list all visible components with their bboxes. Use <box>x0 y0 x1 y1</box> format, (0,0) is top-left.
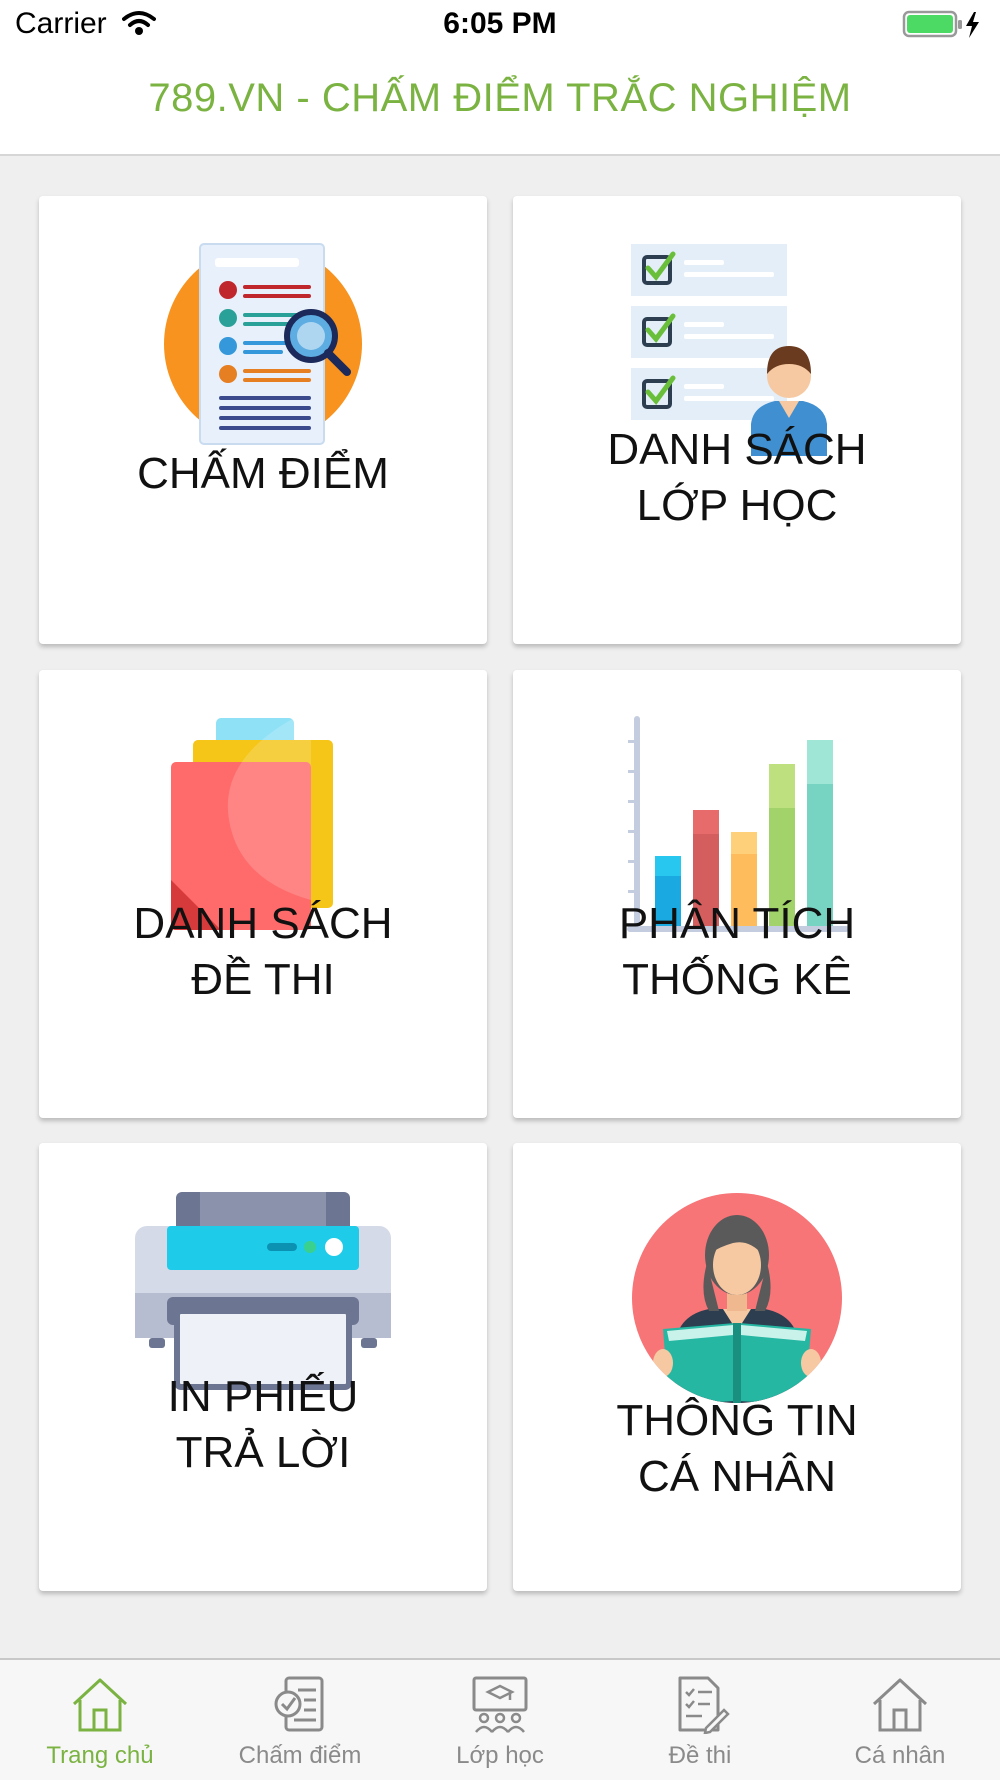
tile-in-phieu-tra-loi[interactable]: IN PHIẾU TRẢ LỜI <box>39 1143 487 1591</box>
tab-ca-nhan-label: Cá nhân <box>854 1742 946 1769</box>
tab-cham-diem[interactable]: Chấm điểm <box>200 1660 400 1780</box>
reading-person-icon <box>513 1143 961 1413</box>
tile-danh-sach-de-thi-label: DANH SÁCH ĐỀ THI <box>133 899 393 1004</box>
clock-time: 6:05 PM <box>443 7 557 40</box>
tab-bar: Trang chủ Chấm điểm Lớp học Đề thi Cá nh… <box>0 1658 1000 1780</box>
tab-lop-hoc-label: Lớp học <box>456 1742 544 1769</box>
graded-sheet-magnifier-icon <box>39 196 487 466</box>
tile-cham-diem[interactable]: CHẤM ĐIỂM <box>39 196 487 644</box>
tile-danh-sach-lop-hoc[interactable]: DANH SÁCH LỚP HỌC <box>513 196 961 644</box>
tab-trang-chu-label: Trang chủ <box>46 1742 154 1769</box>
tile-thong-tin-ca-nhan-label: THÔNG TIN CÁ NHÂN <box>616 1396 858 1501</box>
app-header: 789.VN - CHẤM ĐIỂM TRẮC NGHIỆM <box>0 52 1000 156</box>
tab-cham-diem-label: Chấm điểm <box>238 1742 362 1769</box>
page-title: 789.VN - CHẤM ĐIỂM TRẮC NGHIỆM <box>148 76 852 120</box>
house-outline-icon <box>872 1678 928 1732</box>
tab-lop-hoc[interactable]: Lớp học <box>400 1660 600 1780</box>
grading-sheet-icon <box>274 1676 324 1732</box>
tab-de-thi[interactable]: Đề thi <box>600 1660 800 1780</box>
tile-danh-sach-lop-hoc-label: DANH SÁCH LỚP HỌC <box>607 425 867 530</box>
classroom-icon <box>472 1676 528 1733</box>
tile-cham-diem-label: CHẤM ĐIỂM <box>137 449 389 498</box>
tile-danh-sach-de-thi[interactable]: DANH SÁCH ĐỀ THI <box>39 670 487 1118</box>
tile-in-phieu-tra-loi-label: IN PHIẾU TRẢ LỜI <box>167 1372 359 1477</box>
tile-thong-tin-ca-nhan[interactable]: THÔNG TIN CÁ NHÂN <box>513 1143 961 1591</box>
home-icon <box>72 1678 128 1732</box>
tab-trang-chu[interactable]: Trang chủ <box>0 1660 200 1780</box>
tile-phan-tich-thong-ke-label: PHÂN TÍCH THỐNG KÊ <box>618 899 856 1004</box>
tile-phan-tich-thong-ke[interactable]: PHÂN TÍCH THỐNG KÊ <box>513 670 961 1118</box>
exam-edit-icon <box>678 1676 730 1734</box>
status-bar: Carrier 6:05 PM <box>0 0 1000 52</box>
battery-icon <box>902 10 992 45</box>
tab-ca-nhan[interactable]: Cá nhân <box>800 1660 1000 1780</box>
tab-de-thi-label: Đề thi <box>668 1742 732 1769</box>
